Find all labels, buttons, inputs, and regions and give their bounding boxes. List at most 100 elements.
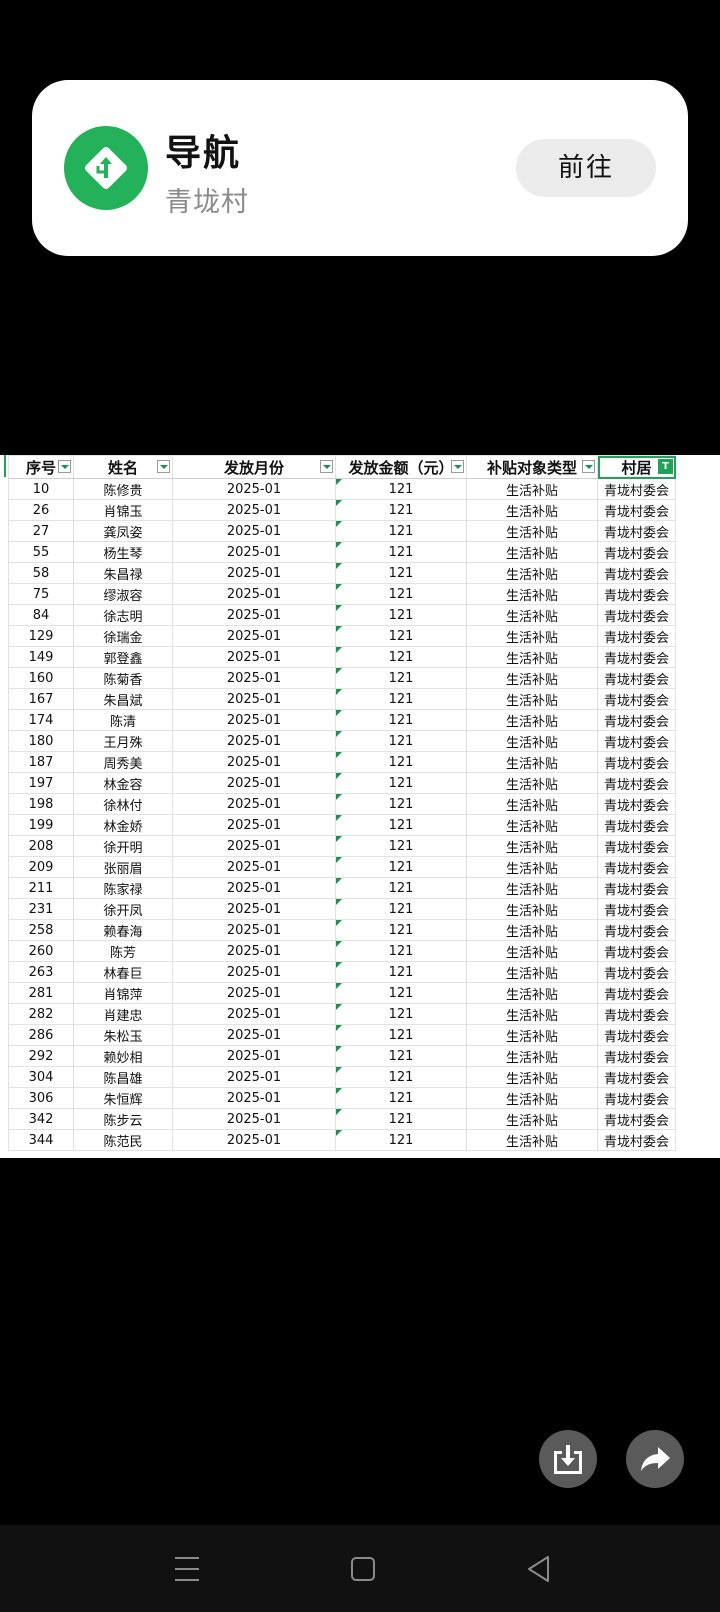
cell-amount[interactable]: 121	[335, 751, 467, 773]
column-header-index[interactable]: 序号	[8, 455, 74, 479]
cell-index[interactable]: 260	[8, 940, 74, 962]
cell-index[interactable]: 84	[8, 604, 74, 626]
cell-amount[interactable]: 121	[335, 877, 467, 899]
cell-type[interactable]: 生活补贴	[466, 1045, 598, 1067]
cell-amount[interactable]: 121	[335, 961, 467, 983]
cell-month[interactable]: 2025-01	[172, 709, 336, 731]
cell-village[interactable]: 青垅村委会	[597, 772, 676, 794]
cell-type[interactable]: 生活补贴	[466, 877, 598, 899]
cell-amount[interactable]: 121	[335, 583, 467, 605]
cell-amount[interactable]: 121	[335, 982, 467, 1004]
menu-icon[interactable]	[170, 1525, 206, 1612]
cell-name[interactable]: 林春巨	[73, 961, 173, 983]
cell-index[interactable]: 27	[8, 520, 74, 542]
cell-index[interactable]: 263	[8, 961, 74, 983]
cell-month[interactable]: 2025-01	[172, 730, 336, 752]
cell-name[interactable]: 肖锦萍	[73, 982, 173, 1004]
cell-index[interactable]: 304	[8, 1066, 74, 1088]
cell-amount[interactable]: 121	[335, 1066, 467, 1088]
active-filter-icon[interactable]: T	[658, 459, 673, 474]
cell-index[interactable]: 208	[8, 835, 74, 857]
cell-village[interactable]: 青垅村委会	[597, 604, 676, 626]
cell-month[interactable]: 2025-01	[172, 478, 336, 500]
cell-village[interactable]: 青垅村委会	[597, 940, 676, 962]
cell-index[interactable]: 306	[8, 1087, 74, 1109]
cell-month[interactable]: 2025-01	[172, 1129, 336, 1151]
cell-village[interactable]: 青垅村委会	[597, 1045, 676, 1067]
cell-index[interactable]: 282	[8, 1003, 74, 1025]
cell-amount[interactable]: 121	[335, 709, 467, 731]
cell-village[interactable]: 青垅村委会	[597, 1066, 676, 1088]
cell-amount[interactable]: 121	[335, 541, 467, 563]
cell-month[interactable]: 2025-01	[172, 1024, 336, 1046]
cell-name[interactable]: 陈家禄	[73, 877, 173, 899]
cell-name[interactable]: 徐开凤	[73, 898, 173, 920]
cell-month[interactable]: 2025-01	[172, 1066, 336, 1088]
cell-village[interactable]: 青垅村委会	[597, 499, 676, 521]
cell-village[interactable]: 青垅村委会	[597, 814, 676, 836]
cell-month[interactable]: 2025-01	[172, 520, 336, 542]
cell-village[interactable]: 青垅村委会	[597, 730, 676, 752]
cell-amount[interactable]: 121	[335, 562, 467, 584]
download-button[interactable]	[539, 1430, 597, 1488]
cell-type[interactable]: 生活补贴	[466, 688, 598, 710]
cell-amount[interactable]: 121	[335, 688, 467, 710]
cell-index[interactable]: 180	[8, 730, 74, 752]
cell-index[interactable]: 55	[8, 541, 74, 563]
cell-month[interactable]: 2025-01	[172, 877, 336, 899]
go-button[interactable]: 前往	[516, 139, 656, 197]
cell-village[interactable]: 青垅村委会	[597, 1024, 676, 1046]
cell-month[interactable]: 2025-01	[172, 604, 336, 626]
cell-type[interactable]: 生活补贴	[466, 562, 598, 584]
cell-index[interactable]: 187	[8, 751, 74, 773]
cell-village[interactable]: 青垅村委会	[597, 751, 676, 773]
cell-type[interactable]: 生活补贴	[466, 1066, 598, 1088]
cell-type[interactable]: 生活补贴	[466, 499, 598, 521]
cell-type[interactable]: 生活补贴	[466, 1087, 598, 1109]
cell-type[interactable]: 生活补贴	[466, 898, 598, 920]
cell-name[interactable]: 陈范民	[73, 1129, 173, 1151]
cell-month[interactable]: 2025-01	[172, 562, 336, 584]
cell-month[interactable]: 2025-01	[172, 835, 336, 857]
cell-village[interactable]: 青垅村委会	[597, 877, 676, 899]
cell-name[interactable]: 徐开明	[73, 835, 173, 857]
cell-amount[interactable]: 121	[335, 919, 467, 941]
cell-index[interactable]: 342	[8, 1108, 74, 1130]
cell-month[interactable]: 2025-01	[172, 856, 336, 878]
cell-month[interactable]: 2025-01	[172, 688, 336, 710]
cell-type[interactable]: 生活补贴	[466, 667, 598, 689]
cell-name[interactable]: 王月殊	[73, 730, 173, 752]
cell-type[interactable]: 生活补贴	[466, 604, 598, 626]
cell-name[interactable]: 陈清	[73, 709, 173, 731]
filter-dropdown-icon[interactable]	[451, 460, 464, 473]
cell-index[interactable]: 58	[8, 562, 74, 584]
cell-name[interactable]: 朱松玉	[73, 1024, 173, 1046]
cell-type[interactable]: 生活补贴	[466, 1003, 598, 1025]
cell-type[interactable]: 生活补贴	[466, 919, 598, 941]
cell-type[interactable]: 生活补贴	[466, 751, 598, 773]
cell-type[interactable]: 生活补贴	[466, 541, 598, 563]
cell-amount[interactable]: 121	[335, 478, 467, 500]
cell-name[interactable]: 陈步云	[73, 1108, 173, 1130]
cell-village[interactable]: 青垅村委会	[597, 898, 676, 920]
cell-type[interactable]: 生活补贴	[466, 814, 598, 836]
cell-name[interactable]: 赖春海	[73, 919, 173, 941]
cell-month[interactable]: 2025-01	[172, 1108, 336, 1130]
cell-type[interactable]: 生活补贴	[466, 772, 598, 794]
cell-name[interactable]: 林金娇	[73, 814, 173, 836]
cell-index[interactable]: 281	[8, 982, 74, 1004]
cell-index[interactable]: 231	[8, 898, 74, 920]
filter-dropdown-icon[interactable]	[157, 460, 170, 473]
cell-type[interactable]: 生活补贴	[466, 961, 598, 983]
cell-month[interactable]: 2025-01	[172, 499, 336, 521]
cell-month[interactable]: 2025-01	[172, 898, 336, 920]
cell-name[interactable]: 朱恒辉	[73, 1087, 173, 1109]
cell-village[interactable]: 青垅村委会	[597, 478, 676, 500]
column-header-amount[interactable]: 发放金额（元）	[335, 455, 467, 479]
cell-index[interactable]: 209	[8, 856, 74, 878]
cell-amount[interactable]: 121	[335, 520, 467, 542]
cell-index[interactable]: 292	[8, 1045, 74, 1067]
cell-type[interactable]: 生活补贴	[466, 1024, 598, 1046]
cell-amount[interactable]: 121	[335, 604, 467, 626]
cell-index[interactable]: 26	[8, 499, 74, 521]
